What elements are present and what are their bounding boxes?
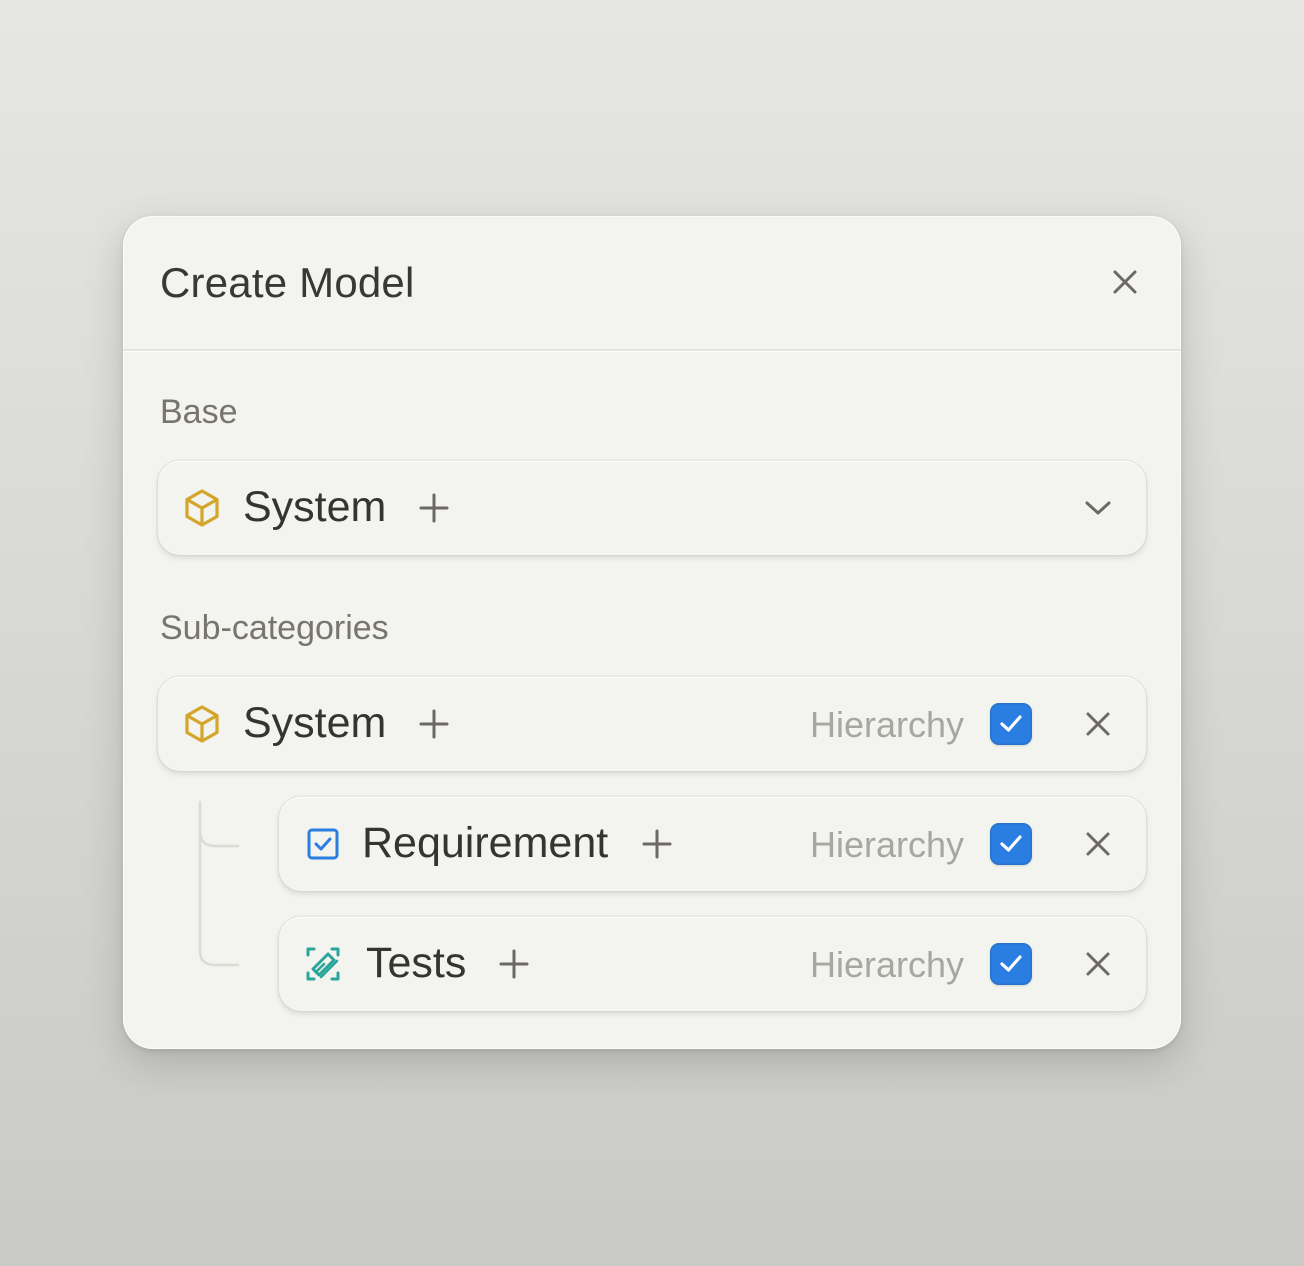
subcategory-row-system: System Hierarchy (158, 677, 1146, 771)
remove-subcategory-button[interactable] (1080, 826, 1116, 862)
cube-icon (182, 488, 222, 528)
dialog-header: Create Model (123, 216, 1181, 351)
subcategory-row-tests: Tests Hierarchy (279, 917, 1146, 1011)
plus-icon (642, 829, 672, 859)
chevron-down-icon (1085, 501, 1111, 515)
subcategory-name: Requirement (362, 819, 609, 867)
base-dropdown-button[interactable] (1080, 490, 1116, 526)
close-icon (1086, 712, 1110, 736)
base-select[interactable]: System (158, 461, 1146, 555)
plus-icon (499, 949, 529, 979)
add-base-button[interactable] (416, 490, 452, 526)
dialog-title: Create Model (160, 259, 415, 306)
checkmark-icon (1000, 955, 1022, 972)
plus-icon (419, 709, 449, 739)
test-flask-icon (303, 944, 343, 984)
tree-connector (198, 801, 239, 967)
close-button[interactable] (1107, 264, 1143, 300)
remove-subcategory-button[interactable] (1080, 946, 1116, 982)
subcategory-row-requirement: Requirement Hierarchy (279, 797, 1146, 891)
add-subcategory-button[interactable] (496, 946, 532, 982)
add-subcategory-button[interactable] (639, 826, 675, 862)
subcategories-section-label: Sub-categories (160, 609, 389, 647)
checkmark-icon (1000, 835, 1022, 852)
hierarchy-checkbox[interactable] (990, 703, 1032, 745)
hierarchy-label: Hierarchy (809, 944, 964, 985)
add-subcategory-button[interactable] (416, 706, 452, 742)
hierarchy-label: Hierarchy (809, 824, 964, 865)
checkmark-icon (1000, 715, 1022, 732)
create-model-dialog: Create Model Base System Sub-categories … (123, 216, 1181, 1049)
base-section-label: Base (160, 393, 238, 431)
close-icon (1086, 952, 1110, 976)
hierarchy-label: Hierarchy (809, 704, 964, 745)
base-select-value: System (243, 483, 387, 531)
close-icon (1086, 832, 1110, 856)
subcategory-name: System (243, 699, 387, 747)
hierarchy-checkbox[interactable] (990, 943, 1032, 985)
hierarchy-checkbox[interactable] (990, 823, 1032, 865)
remove-subcategory-button[interactable] (1080, 706, 1116, 742)
plus-icon (419, 493, 449, 523)
cube-icon (182, 704, 222, 744)
close-icon (1113, 270, 1137, 294)
checkbox-square-icon (303, 824, 343, 864)
subcategory-name: Tests (366, 939, 467, 987)
